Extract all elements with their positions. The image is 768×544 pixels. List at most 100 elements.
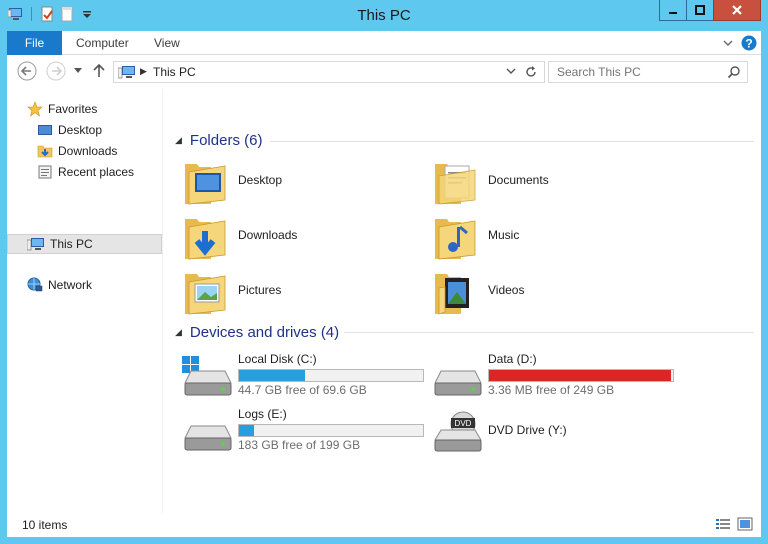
system-drive-icon <box>182 356 232 396</box>
search-icon[interactable] <box>727 65 741 79</box>
close-icon <box>732 5 742 15</box>
drive-label: Local Disk (C:) <box>238 352 317 366</box>
folder-label: Music <box>488 228 520 242</box>
drives-group-header[interactable]: ◢ Devices and drives (4) <box>175 322 339 342</box>
drive-free-space: 3.36 MB free of 249 GB <box>488 383 615 397</box>
recent-places-icon <box>38 165 52 179</box>
back-arrow-icon[interactable] <box>17 61 37 81</box>
drive-tile-e[interactable]: Logs (E:) 183 GB free of 199 GB <box>181 406 431 456</box>
pictures-folder-icon <box>185 274 226 315</box>
maximize-button[interactable] <box>686 0 714 21</box>
nav-item-desktop[interactable]: Desktop <box>37 120 102 140</box>
nav-item-this-pc[interactable]: This PC <box>7 234 162 254</box>
dvd-drive-icon: DVD <box>434 411 482 452</box>
ribbon-help-area: ? <box>723 35 757 51</box>
folder-tile-downloads[interactable]: Downloads <box>181 211 421 263</box>
ribbon-tabs: File Computer View ? <box>7 31 761 55</box>
star-icon <box>27 101 43 117</box>
expand-ribbon-icon[interactable] <box>723 38 733 48</box>
view-switcher <box>715 517 753 531</box>
address-path[interactable]: This PC <box>153 65 196 79</box>
content-pane: ◢ Folders (6) Desktop Documents Download… <box>167 89 761 513</box>
folder-label: Documents <box>488 173 549 187</box>
drive-usage-fill <box>239 425 254 436</box>
drive-usage-bar <box>238 424 424 437</box>
minimize-icon <box>669 12 677 14</box>
search-box[interactable] <box>548 61 748 83</box>
group-divider <box>344 332 754 333</box>
nav-item-downloads[interactable]: Downloads <box>37 141 117 161</box>
large-icons-view-icon[interactable] <box>737 517 753 531</box>
drive-usage-fill <box>239 370 306 381</box>
explorer-window: This PC File Computer View ? ▶ This PC S… <box>0 0 768 544</box>
navigation-bar: ▶ This PC <box>7 55 761 89</box>
maximize-icon <box>695 5 705 15</box>
nav-item-label: Downloads <box>58 144 118 158</box>
window-title: This PC <box>357 7 411 24</box>
folder-label: Downloads <box>238 228 298 242</box>
tab-view[interactable]: View <box>154 31 180 55</box>
recent-locations-dropdown-icon[interactable] <box>74 68 82 74</box>
documents-folder-icon <box>435 164 476 205</box>
downloads-icon <box>37 145 53 158</box>
window-controls <box>659 0 761 21</box>
folder-label: Pictures <box>238 283 282 297</box>
folder-label: Desktop <box>238 173 283 187</box>
computer-icon <box>118 66 135 79</box>
nav-item-label: Favorites <box>48 102 98 116</box>
drive-tile-y[interactable]: DVD DVD Drive (Y:) <box>431 406 681 456</box>
folders-group-header[interactable]: ◢ Folders (6) <box>175 130 262 150</box>
computer-icon <box>27 237 44 250</box>
search-input[interactable] <box>549 62 719 82</box>
drive-free-space: 44.7 GB free of 69.6 GB <box>238 383 367 397</box>
drive-tile-c[interactable]: Local Disk (C:) 44.7 GB free of 69.6 GB <box>181 351 431 401</box>
nav-item-favorites[interactable]: Favorites <box>27 99 97 119</box>
up-arrow-icon[interactable] <box>93 64 105 78</box>
address-dropdown-icon[interactable] <box>506 66 516 76</box>
hard-drive-icon <box>434 370 482 396</box>
group-divider <box>270 141 754 142</box>
refresh-icon[interactable] <box>524 65 538 79</box>
details-view-icon[interactable] <box>715 517 731 531</box>
folder-tile-videos[interactable]: Videos <box>431 266 671 318</box>
svg-text:DVD: DVD <box>455 419 472 428</box>
status-bar: 10 items <box>7 513 761 537</box>
drive-label: DVD Drive (Y:) <box>488 423 567 437</box>
music-folder-icon <box>435 219 476 260</box>
group-header-label: Folders (6) <box>189 131 263 149</box>
forward-arrow-icon[interactable] <box>46 61 66 81</box>
hard-drive-icon <box>184 425 232 451</box>
item-count: 10 items <box>22 518 68 532</box>
nav-item-label: Recent places <box>58 165 135 179</box>
close-button[interactable] <box>713 0 761 21</box>
minimize-button[interactable] <box>659 0 687 21</box>
collapse-triangle-icon[interactable]: ◢ <box>175 327 182 338</box>
network-icon <box>27 277 43 292</box>
drive-label: Logs (E:) <box>238 407 287 421</box>
drive-free-space: 183 GB free of 199 GB <box>238 438 361 452</box>
drive-tile-d[interactable]: Data (D:) 3.36 MB free of 249 GB <box>431 351 681 401</box>
address-bar[interactable]: ▶ This PC <box>113 61 545 83</box>
drive-usage-fill <box>489 370 672 381</box>
folder-tile-documents[interactable]: Documents <box>431 156 671 208</box>
folder-tile-desktop[interactable]: Desktop <box>181 156 421 208</box>
svg-text:?: ? <box>745 37 752 51</box>
navigation-pane: Favorites Desktop Downloads Recent place… <box>7 89 163 513</box>
nav-item-label: This PC <box>50 237 93 251</box>
folder-tile-music[interactable]: Music <box>431 211 671 263</box>
title-bar: This PC <box>0 0 768 31</box>
folder-tile-pictures[interactable]: Pictures <box>181 266 421 318</box>
help-icon[interactable]: ? <box>741 35 757 51</box>
group-header-label: Devices and drives (4) <box>189 323 340 341</box>
breadcrumb-chevron-icon[interactable]: ▶ <box>140 66 147 77</box>
desktop-icon <box>38 125 52 135</box>
collapse-triangle-icon[interactable]: ◢ <box>175 135 182 146</box>
drive-usage-bar <box>488 369 674 382</box>
window-body: File Computer View ? ▶ This PC Search Th… <box>7 31 761 537</box>
tab-file[interactable]: File <box>7 31 62 55</box>
drive-label: Data (D:) <box>488 352 537 366</box>
nav-item-network[interactable]: Network <box>27 275 92 295</box>
tab-computer[interactable]: Computer <box>76 31 129 55</box>
folder-label: Videos <box>488 283 525 297</box>
nav-item-recent-places[interactable]: Recent places <box>37 162 134 182</box>
